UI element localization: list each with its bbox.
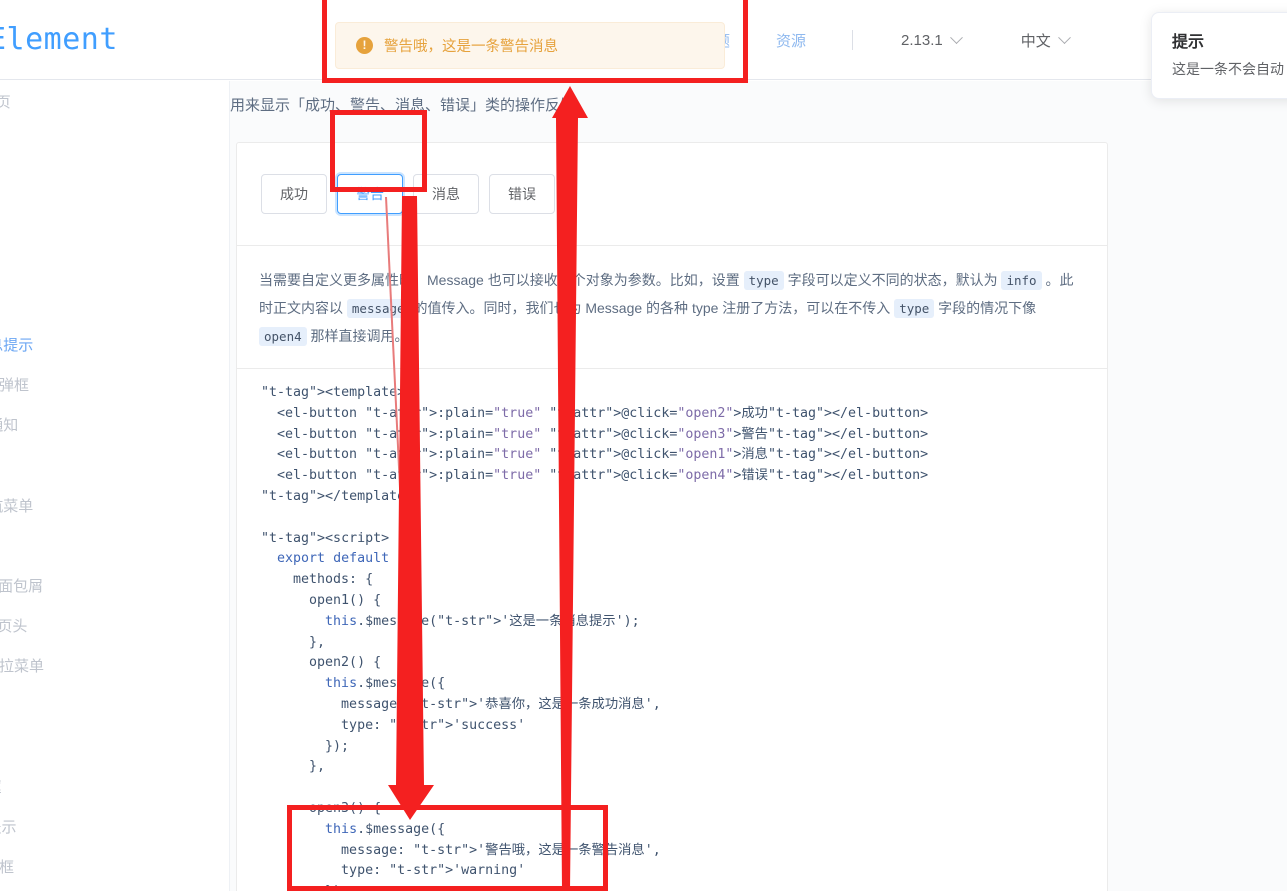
code-sample: "t-tag"><template> <el-button "t-attr">:… <box>261 385 929 891</box>
demo-description: 当需要自定义更多属性时，Message 也可以接收一个对象为参数。比如，设置 t… <box>237 245 1107 368</box>
version-select[interactable]: 2.13.1 <box>901 30 963 49</box>
language-select-label: 中文 <box>1020 32 1051 50</box>
sidebar-item-10[interactable]: dcrumb 面包屑 <box>0 575 229 596</box>
sidebar-item-15[interactable]: p 文字提示 <box>0 816 229 837</box>
sidebar-item-2[interactable]: r 头像 <box>0 171 229 192</box>
toast-message-warning[interactable]: ! 警告哦，这是一条警告消息 <box>335 22 725 69</box>
main-content: 用来显示「成功、警告、消息、错误」类的操作反馈。 成功 警告 消息 错误 当需要… <box>230 81 1287 891</box>
page-description: 用来显示「成功、警告、消息、错误」类的操作反馈。 <box>230 97 591 114</box>
sidebar-item-5[interactable]: age 消息提示 <box>0 334 229 355</box>
notification-popup[interactable]: 提示 这是一条不会自动 <box>1151 12 1287 99</box>
desc-part-5: 字段的情况下像 <box>934 300 1037 316</box>
desc-part-2: 字段可以定义不同的状态，默认为 <box>783 272 1002 288</box>
code-message: message <box>346 299 410 318</box>
notification-body: 这是一条不会自动 <box>1172 61 1284 77</box>
warning-exclamation-icon: ! <box>356 37 373 54</box>
code-info: info <box>1001 271 1042 290</box>
language-select[interactable]: 中文 <box>1020 30 1071 51</box>
notification-title: 提示 <box>1172 34 1205 51</box>
sidebar-item-0[interactable]: ation 分页 <box>0 91 229 112</box>
sidebar-nav: ation 分页 e 标记 r 头像警告 ng 加载 age 消息提示 ageBox 弹框… <box>0 81 230 891</box>
sidebar-item-1[interactable]: e 标记 <box>0 131 229 152</box>
message-info-button[interactable]: 消息 <box>413 174 479 214</box>
demo-button-row: 成功 警告 消息 错误 <box>237 143 1107 245</box>
app-root: Element 主题 资源 2.13.1 中文 ation 分页 e 标记 r 头像… <box>0 0 1287 891</box>
message-warning-button[interactable]: 警告 <box>337 174 403 214</box>
version-select-label: 2.13.1 <box>901 31 943 49</box>
element-logo[interactable]: Element <box>0 22 118 57</box>
desc-part-4: 的值传入。同时，我们也为 Message 的各种 type 注册了方法，可以在不… <box>409 300 895 316</box>
sidebar-item-13[interactable]: 步骤条 <box>0 695 229 716</box>
chevron-down-icon <box>1057 30 1071 44</box>
desc-part-1: 当需要自定义更多属性时，Message 也可以接收一个对象为参数。比如，设置 <box>259 272 744 288</box>
code-open4: open4 <box>259 327 307 346</box>
code-type: type <box>743 271 784 290</box>
nav-divider <box>852 30 854 50</box>
sidebar-item-7[interactable]: cation 通知 <box>0 414 229 435</box>
sidebar-item-8[interactable]: enu 导航菜单 <box>0 495 229 516</box>
sidebar-item-14[interactable]: g 对话框 <box>0 776 229 797</box>
demo-block: 成功 警告 消息 错误 当需要自定义更多属性时，Message 也可以接收一个对… <box>236 142 1108 891</box>
desc-part-6: 那样直接调用。 <box>306 328 409 344</box>
chevron-down-icon <box>949 30 963 44</box>
message-error-button[interactable]: 错误 <box>489 174 555 214</box>
sidebar-item-16[interactable]: ver 弹出框 <box>0 856 229 877</box>
header-nav: 主题 资源 2.13.1 中文 <box>700 0 1129 80</box>
message-success-button[interactable]: 成功 <box>261 174 327 214</box>
sidebar-item-6[interactable]: ageBox 弹框 <box>0 374 229 395</box>
code-type-2: type <box>894 299 935 318</box>
sidebar-group-label: ation <box>0 465 229 480</box>
sidebar-item-4[interactable]: ng 加载 <box>0 294 229 315</box>
code-sample-area: "t-tag"><template> <el-button "t-attr">:… <box>237 368 1107 891</box>
sidebar-item-9[interactable]: 标签页 <box>0 535 229 556</box>
sidebar-item-11[interactable]: Header 页头 <box>0 615 229 636</box>
nav-item-resources[interactable]: 资源 <box>776 30 806 51</box>
toast-message-text: 警告哦，这是一条警告消息 <box>384 39 558 55</box>
sidebar-item-3[interactable]: 警告 <box>0 254 229 275</box>
sidebar-item-12[interactable]: down 下拉菜单 <box>0 655 229 676</box>
